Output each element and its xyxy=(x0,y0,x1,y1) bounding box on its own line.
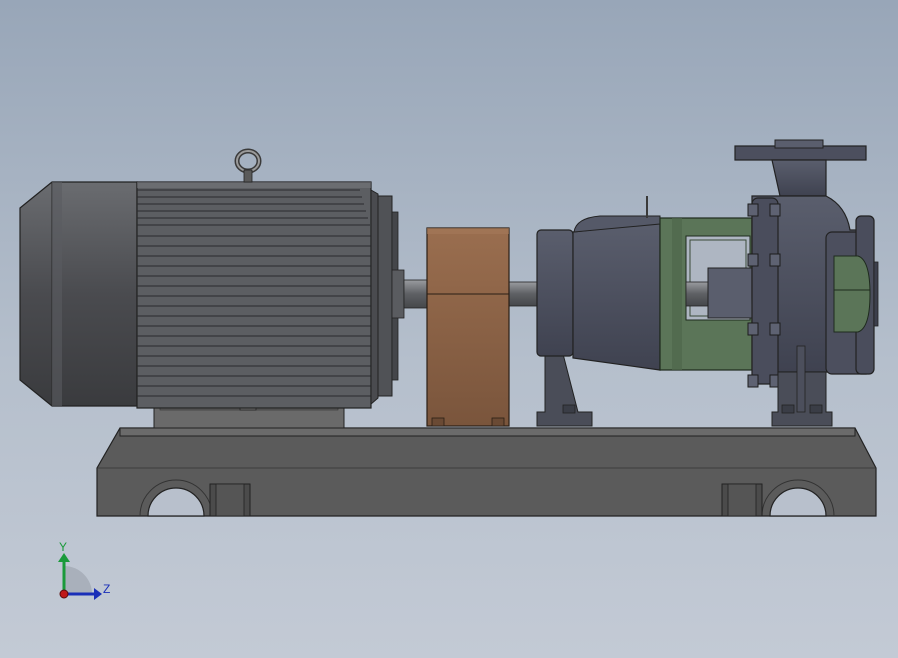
motor-shaft xyxy=(403,279,429,309)
triad-quadrant xyxy=(64,566,92,594)
triad-y-label: Y xyxy=(59,540,67,554)
pump-volute[interactable] xyxy=(734,139,879,427)
triad-x-axis-dot xyxy=(59,589,69,599)
motor[interactable] xyxy=(19,148,405,429)
bearing-housing[interactable] xyxy=(536,196,661,427)
pump-assembly-drawing: Y Z xyxy=(19,139,879,600)
coupling-guard[interactable] xyxy=(426,227,510,427)
cad-viewport[interactable]: Y Z xyxy=(0,0,898,658)
pump-shaft xyxy=(507,281,541,307)
baseplate[interactable] xyxy=(96,427,877,517)
lifting-eye xyxy=(234,148,262,183)
bearing-bracket[interactable] xyxy=(659,217,753,371)
coordinate-triad[interactable]: Y Z xyxy=(58,540,110,600)
triad-z-label: Z xyxy=(103,582,110,596)
triad-z-arrow xyxy=(94,588,102,600)
triad-y-arrow xyxy=(58,553,70,562)
